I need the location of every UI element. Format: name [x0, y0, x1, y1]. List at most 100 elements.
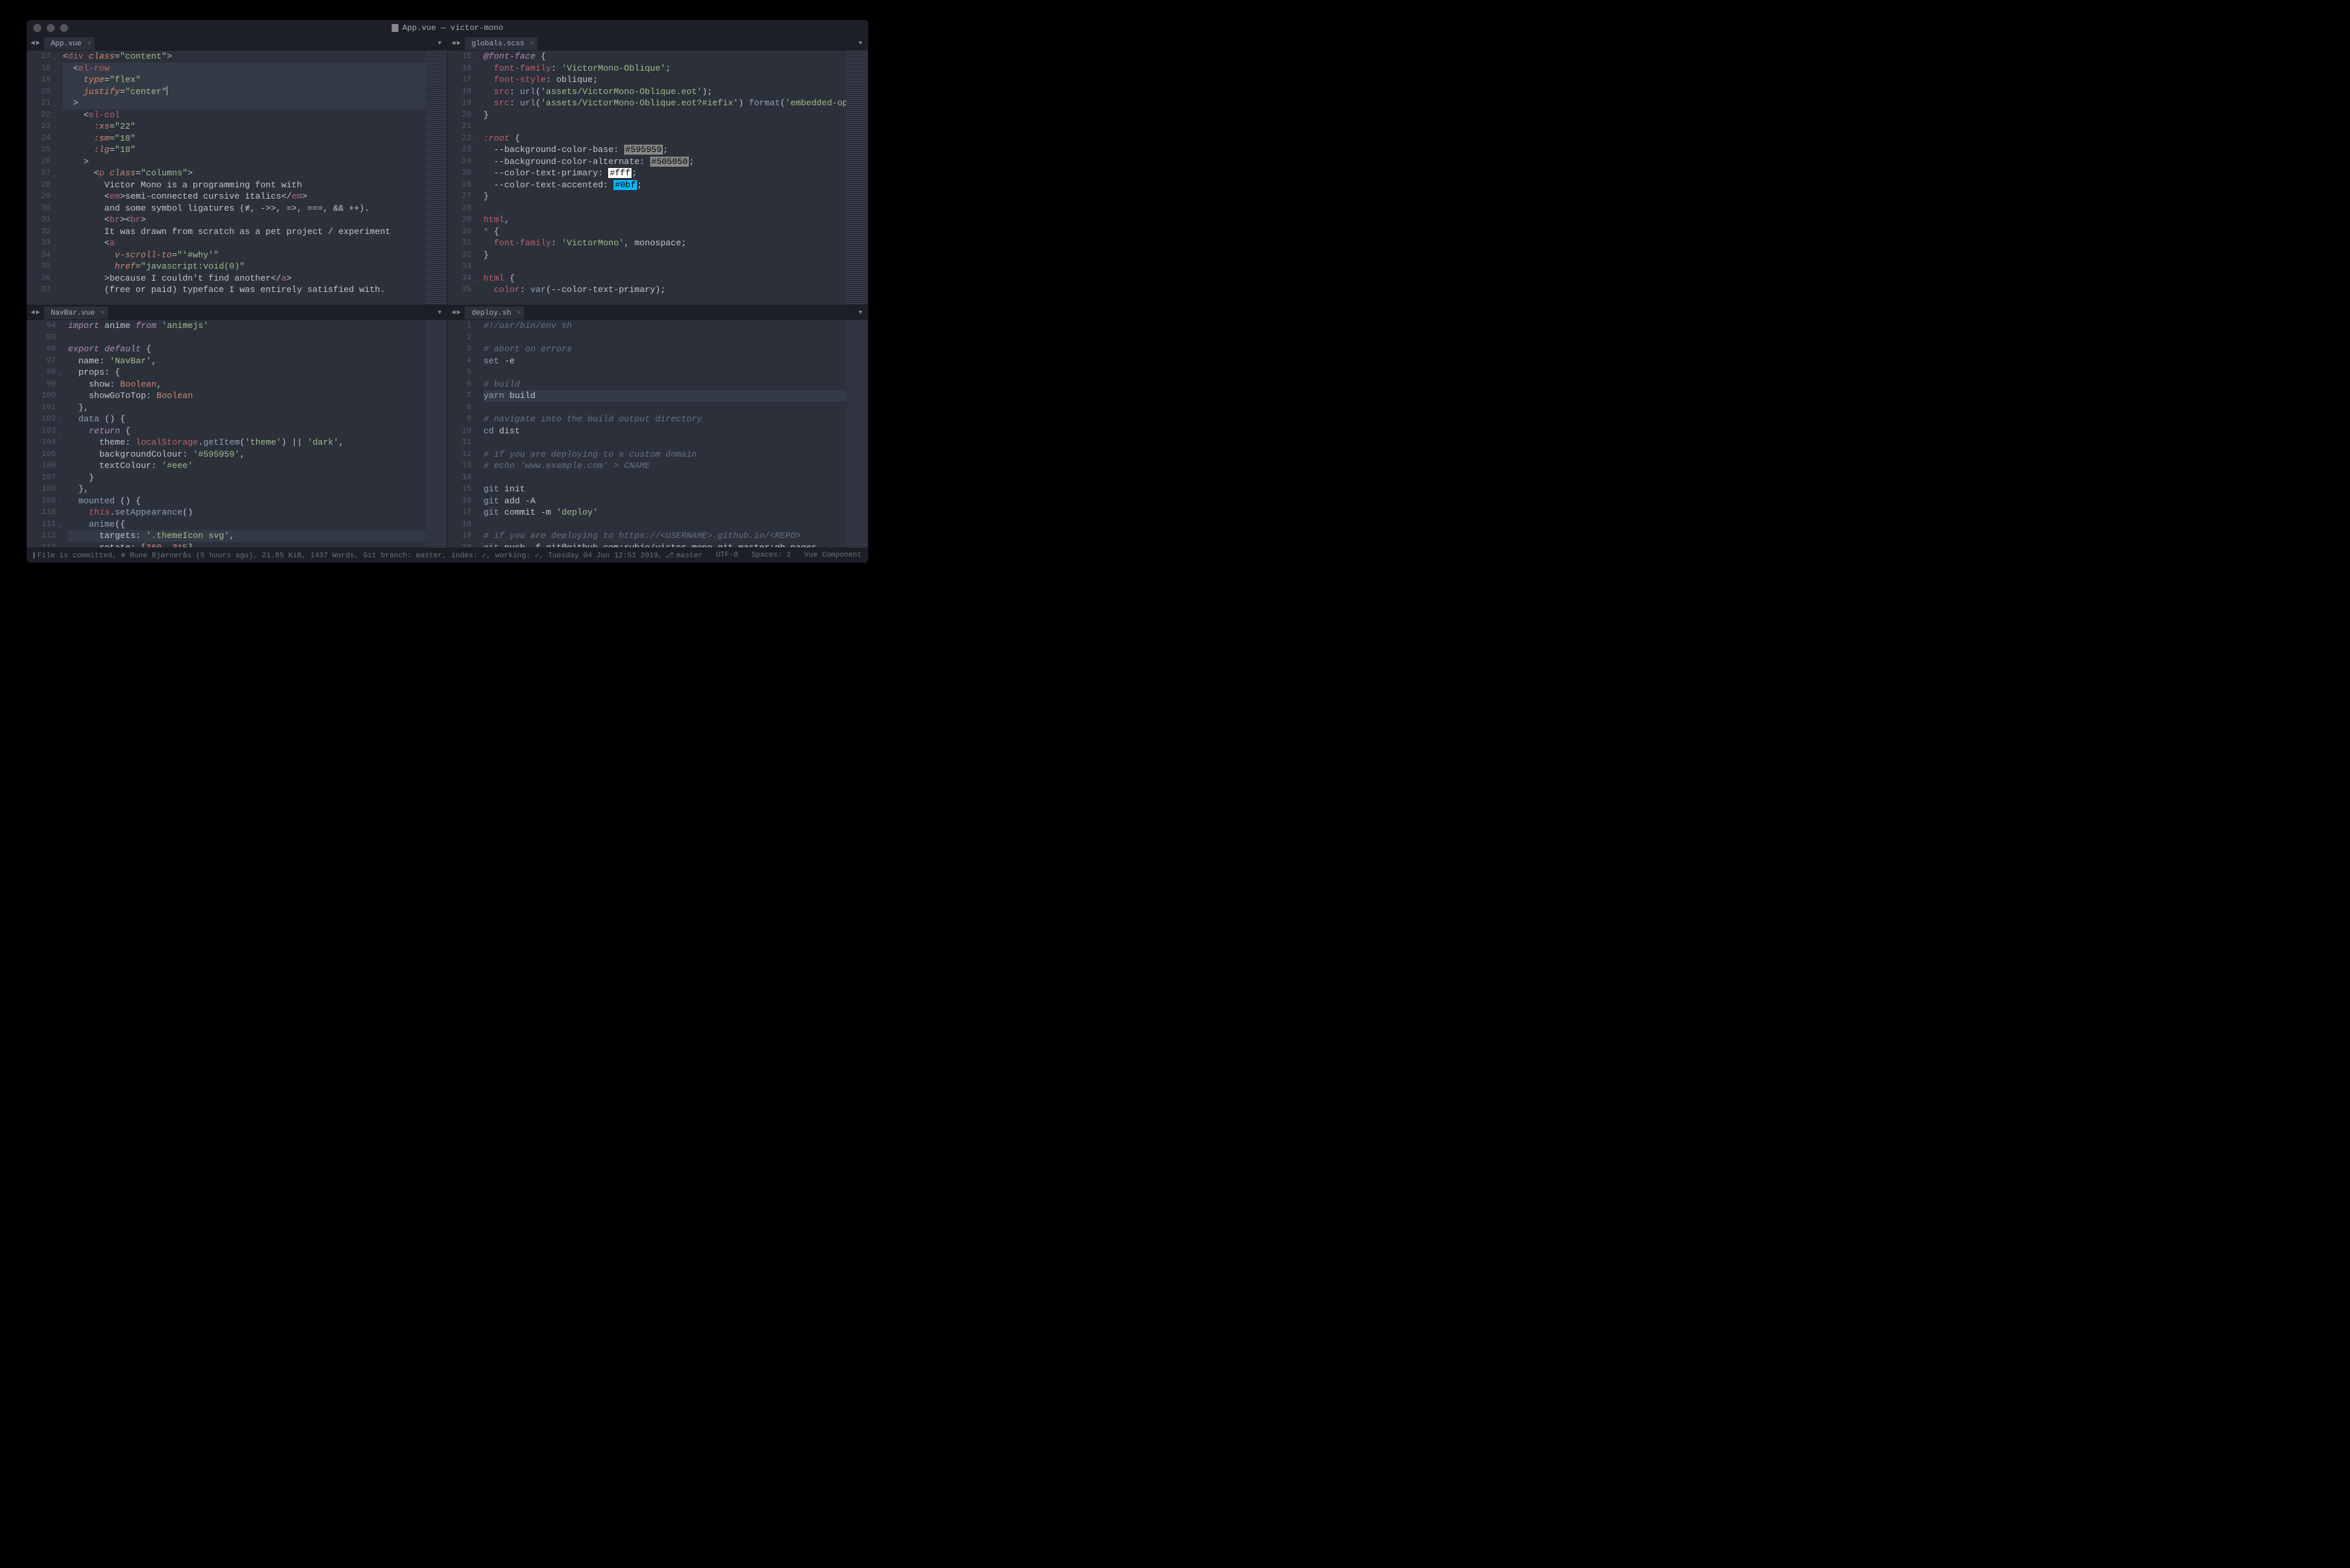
code-line[interactable]: html {: [483, 273, 846, 285]
line-number-gutter[interactable]: 123456789101112131415161718192021: [447, 320, 478, 547]
code-line[interactable]: (free or paid) typeface I was entirely s…: [63, 284, 425, 296]
code-line[interactable]: and some symbol ligatures (≢, ->>, =>, =…: [63, 203, 425, 215]
code-line[interactable]: [483, 121, 846, 133]
titlebar[interactable]: App.vue — victor-mono: [27, 20, 868, 36]
code-line[interactable]: :lg="18": [63, 144, 425, 156]
code-line[interactable]: return {: [68, 425, 425, 437]
code-editor[interactable]: 15⌄16171819202122⌄2324252627282930313233…: [447, 51, 868, 305]
close-tab-icon[interactable]: ×: [87, 40, 92, 48]
code-line[interactable]: showGoToTop: Boolean: [68, 390, 425, 402]
fold-chevron-icon[interactable]: ⌄: [53, 158, 56, 170]
fold-chevron-icon[interactable]: ⌄: [53, 99, 56, 111]
code-line[interactable]: # abort on errors: [483, 343, 846, 355]
code-line[interactable]: props: {: [68, 367, 425, 379]
file-tab[interactable]: App.vue×: [44, 37, 95, 50]
code-line[interactable]: It was drawn from scratch as a pet proje…: [63, 226, 425, 238]
code-line[interactable]: >because I couldn't find another</a>: [63, 273, 425, 285]
code-line[interactable]: targets: '.themeIcon svg',: [68, 530, 425, 542]
code-line[interactable]: # build: [483, 379, 846, 391]
code-line[interactable]: :root {: [483, 133, 846, 145]
fold-chevron-icon[interactable]: ⌄: [473, 135, 477, 147]
code-line[interactable]: <el-row: [63, 63, 425, 75]
file-tab[interactable]: NavBar.vue×: [44, 307, 108, 319]
code-line[interactable]: #!/usr/bin/env sh: [483, 320, 846, 332]
tab-prev-icon[interactable]: ◀: [31, 39, 35, 47]
code-editor[interactable]: 949596⌄9798⌄99100101102⌄103⌄104105106107…: [27, 320, 447, 547]
code-line[interactable]: font-family: 'VictorMono-Oblique';: [483, 63, 846, 75]
fold-chevron-icon[interactable]: ⌄: [53, 239, 56, 251]
code-content[interactable]: #!/usr/bin/env sh # abort on errorsset -…: [478, 320, 846, 547]
code-line[interactable]: --color-text-primary: #fff;: [483, 167, 846, 179]
tab-dropdown-icon[interactable]: ▼: [854, 309, 868, 316]
code-line[interactable]: }: [483, 109, 846, 121]
code-line[interactable]: [483, 519, 846, 531]
tab-next-icon[interactable]: ▶: [36, 309, 40, 317]
code-line[interactable]: git commit -m 'deploy': [483, 507, 846, 519]
line-number-gutter[interactable]: 17⌄18⌄192021⌄22⌄23242526⌄27⌄282930313233…: [27, 51, 57, 305]
code-line[interactable]: @font-face {: [483, 51, 846, 63]
code-line[interactable]: # if you are deploying to https://<USERN…: [483, 530, 846, 542]
code-content[interactable]: @font-face { font-family: 'VictorMono-Ob…: [478, 51, 846, 305]
code-line[interactable]: # if you are deploying to a custom domai…: [483, 449, 846, 461]
code-line[interactable]: [483, 437, 846, 449]
indent-setting[interactable]: Spaces: 2: [752, 551, 791, 559]
code-line[interactable]: [483, 367, 846, 379]
git-branch[interactable]: master: [665, 551, 702, 560]
code-line[interactable]: * {: [483, 226, 846, 238]
code-line[interactable]: textColour: '#eee': [68, 460, 425, 472]
tab-next-icon[interactable]: ▶: [457, 39, 461, 47]
code-line[interactable]: rotate: [360, 315],: [68, 542, 425, 548]
code-line[interactable]: <el-col: [63, 109, 425, 121]
code-line[interactable]: }: [483, 191, 846, 203]
code-line[interactable]: git init: [483, 483, 846, 495]
tab-prev-icon[interactable]: ◀: [451, 39, 455, 47]
code-line[interactable]: },: [68, 483, 425, 495]
status-icon[interactable]: [33, 552, 35, 559]
fold-chevron-icon[interactable]: ⌄: [53, 65, 56, 77]
code-line[interactable]: mounted () {: [68, 495, 425, 507]
fold-chevron-icon[interactable]: ⌄: [58, 345, 61, 357]
code-editor[interactable]: 123456789101112131415161718192021#!/usr/…: [447, 320, 868, 547]
code-line[interactable]: >: [63, 97, 425, 109]
code-line[interactable]: data () {: [68, 413, 425, 425]
code-line[interactable]: :sm="18": [63, 133, 425, 145]
code-content[interactable]: <div class="content"> <el-row type="flex…: [57, 51, 425, 305]
code-line[interactable]: html,: [483, 214, 846, 226]
code-line[interactable]: git push -f git@github.com:rubjo/victor-…: [483, 542, 846, 548]
code-line[interactable]: cd dist: [483, 425, 846, 437]
code-line[interactable]: >: [63, 156, 425, 168]
tab-next-icon[interactable]: ▶: [36, 39, 40, 47]
code-line[interactable]: font-family: 'VictorMono', monospace;: [483, 237, 846, 249]
code-line[interactable]: src: url('assets/VictorMono-Oblique.eot?…: [483, 97, 846, 109]
code-line[interactable]: name: 'NavBar',: [68, 355, 425, 367]
fold-chevron-icon[interactable]: ⌄: [473, 275, 477, 287]
tab-prev-icon[interactable]: ◀: [31, 309, 35, 317]
code-line[interactable]: this.setAppearance(): [68, 507, 425, 519]
code-line[interactable]: set -e: [483, 355, 846, 367]
code-line[interactable]: color: var(--color-text-primary);: [483, 284, 846, 296]
fold-chevron-icon[interactable]: ⌄: [53, 111, 56, 123]
code-line[interactable]: [483, 261, 846, 273]
close-tab-icon[interactable]: ×: [100, 309, 105, 317]
file-encoding[interactable]: UTF-8: [716, 551, 738, 559]
close-tab-icon[interactable]: ×: [517, 309, 521, 317]
code-line[interactable]: [483, 402, 846, 414]
tab-dropdown-icon[interactable]: ▼: [433, 309, 447, 316]
fold-chevron-icon[interactable]: ⌄: [58, 415, 61, 427]
fold-chevron-icon[interactable]: ⌄: [58, 497, 61, 509]
file-grammar[interactable]: Vue Component: [804, 551, 862, 559]
line-number-gutter[interactable]: 15⌄16171819202122⌄2324252627282930313233…: [447, 51, 478, 305]
fold-chevron-icon[interactable]: ⌄: [53, 169, 56, 181]
fold-chevron-icon[interactable]: ⌄: [58, 427, 61, 439]
code-line[interactable]: src: url('assets/VictorMono-Oblique.eot'…: [483, 86, 846, 98]
code-line[interactable]: # navigate into the build output directo…: [483, 413, 846, 425]
code-line[interactable]: type="flex": [63, 74, 425, 86]
code-line[interactable]: justify="center": [63, 86, 425, 98]
code-line[interactable]: font-style: oblique;: [483, 74, 846, 86]
minimap[interactable]: [846, 51, 868, 305]
code-line[interactable]: <p class="columns">: [63, 167, 425, 179]
code-line[interactable]: yarn build: [483, 390, 846, 402]
code-line[interactable]: v-scroll-to="'#why'": [63, 249, 425, 261]
code-line[interactable]: --color-text-accented: #0bf;: [483, 179, 846, 191]
code-editor[interactable]: 17⌄18⌄192021⌄22⌄23242526⌄27⌄282930313233…: [27, 51, 447, 305]
